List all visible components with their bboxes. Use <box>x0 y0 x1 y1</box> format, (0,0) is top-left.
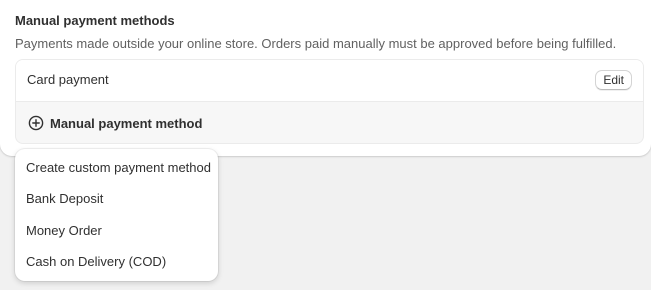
menu-item-label: Create custom payment method <box>26 160 211 175</box>
edit-button[interactable]: Edit <box>595 70 632 90</box>
menu-item-label: Cash on Delivery (COD) <box>26 254 167 269</box>
menu-item-label: Money Order <box>26 223 102 238</box>
manual-payment-methods-card: Manual payment methods Payments made out… <box>0 0 651 156</box>
section-title: Manual payment methods <box>15 13 175 28</box>
plus-circle-icon <box>28 115 44 131</box>
menu-item-label: Bank Deposit <box>26 191 104 206</box>
payment-method-dropdown-menu: Create custom payment method Bank Deposi… <box>15 149 218 281</box>
payment-method-name: Card payment <box>27 72 109 87</box>
menu-item-money-order[interactable]: Money Order <box>15 217 218 245</box>
payment-method-row: Card payment Edit <box>16 60 643 102</box>
section-description: Payments made outside your online store.… <box>15 36 617 51</box>
menu-item-bank-deposit[interactable]: Bank Deposit <box>15 185 218 213</box>
menu-item-create-custom[interactable]: Create custom payment method <box>15 154 218 182</box>
add-method-label: Manual payment method <box>50 115 203 131</box>
payment-methods-list: Card payment Edit Manual payment method <box>15 59 644 144</box>
menu-item-cash-on-delivery[interactable]: Cash on Delivery (COD) <box>15 248 218 276</box>
add-manual-payment-method-button[interactable]: Manual payment method <box>28 113 202 133</box>
